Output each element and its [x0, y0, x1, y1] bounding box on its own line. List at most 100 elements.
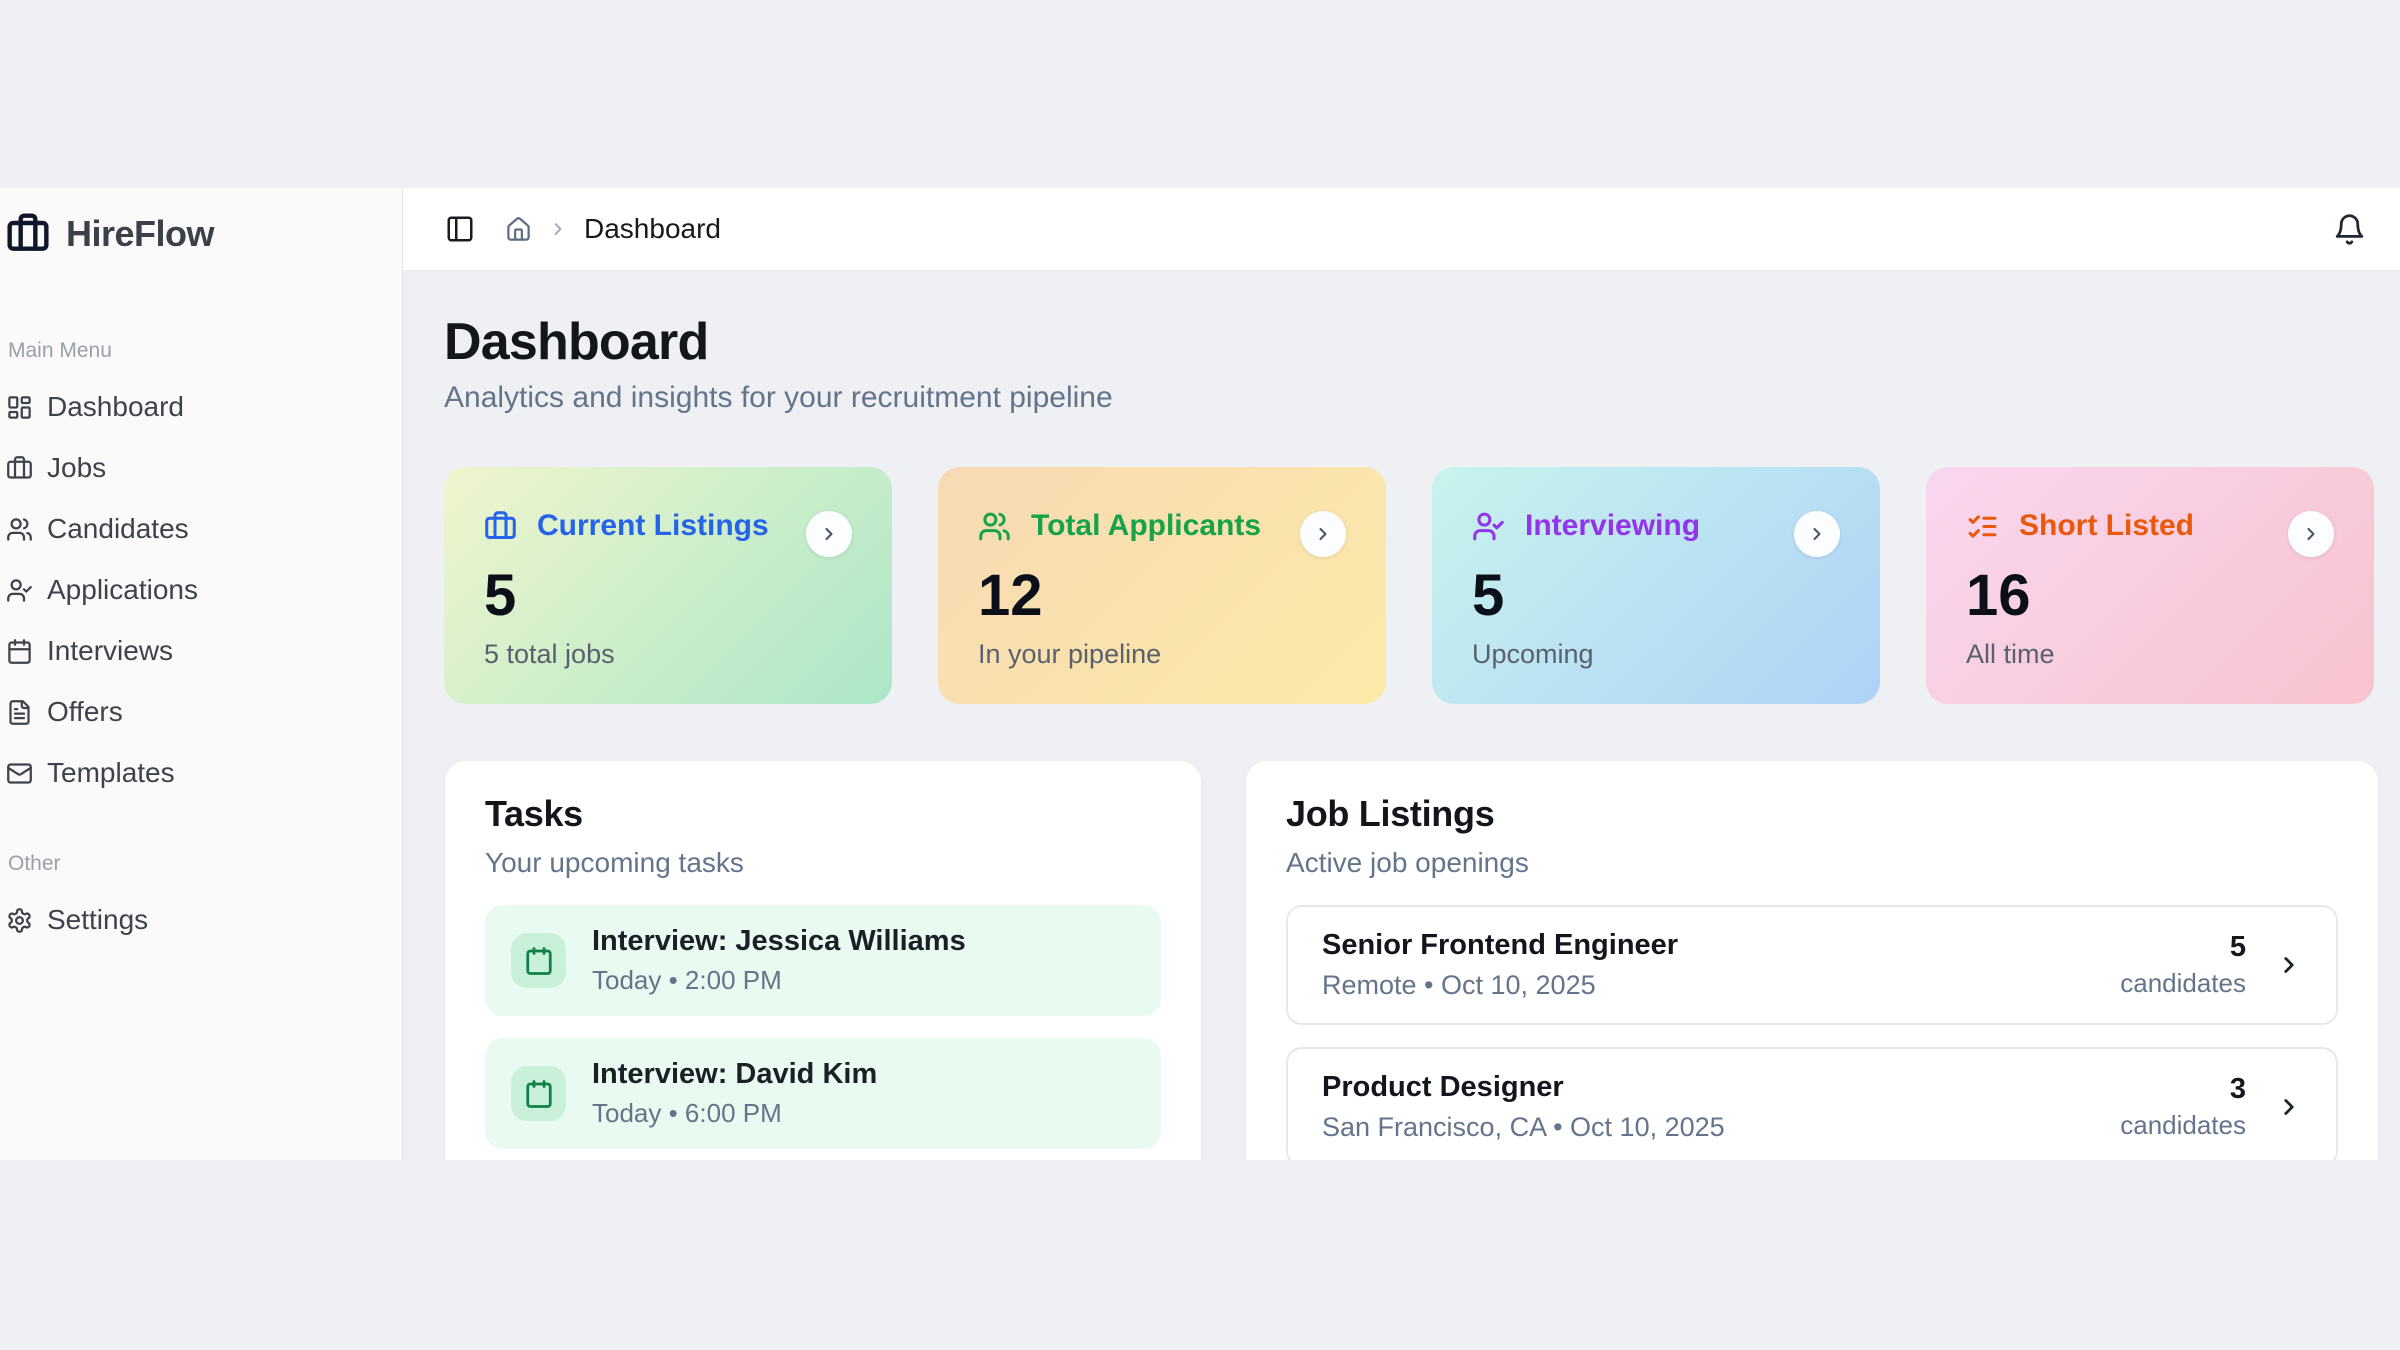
calendar-icon	[6, 638, 33, 665]
sidebar-section-label-main-menu: Main Menu	[8, 338, 386, 363]
stat-card-total-applicants[interactable]: Total Applicants 12 In your pipeline	[938, 467, 1386, 704]
stat-card-value: 16	[1966, 567, 2334, 625]
stat-card-current-listings[interactable]: Current Listings 5 5 total jobs	[444, 467, 892, 704]
task-text: Interview: David Kim Today • 6:00 PM	[592, 1058, 877, 1129]
stat-card-header: Short Listed	[1966, 509, 2334, 543]
stat-card-value: 5	[484, 567, 852, 625]
page-subtitle: Analytics and insights for your recruitm…	[444, 381, 2374, 415]
sidebar-item-jobs[interactable]: Jobs	[6, 446, 386, 490]
sidebar-nav-main: Dashboard Jobs Candidates Applications	[6, 385, 386, 795]
job-title: Senior Frontend Engineer	[1322, 929, 1678, 962]
sidebar-item-settings[interactable]: Settings	[6, 898, 386, 942]
chevron-right-button[interactable]	[2288, 511, 2334, 557]
stats-grid: Current Listings 5 5 total jobs Total Ap…	[444, 467, 2374, 704]
panel-left-icon[interactable]	[445, 214, 475, 244]
page-content: Dashboard Analytics and insights for you…	[403, 271, 2400, 1160]
stat-card-title: Short Listed	[2019, 509, 2194, 543]
sidebar-item-label: Interviews	[47, 635, 173, 667]
stat-card-header: Interviewing	[1472, 509, 1840, 543]
calendar-icon	[511, 1066, 566, 1121]
job-meta: Remote • Oct 10, 2025	[1322, 970, 1678, 1001]
job-row-right: 5 candidates	[2120, 931, 2302, 999]
mail-icon	[6, 760, 33, 787]
job-row[interactable]: Product Designer San Francisco, CA • Oct…	[1286, 1047, 2338, 1160]
task-title: Interview: Jessica Williams	[592, 925, 966, 958]
sidebar-item-label: Dashboard	[47, 391, 184, 423]
job-count-block: 5 candidates	[2120, 931, 2246, 999]
sidebar-item-label: Settings	[47, 904, 148, 936]
job-candidate-label: candidates	[2120, 1110, 2246, 1141]
job-candidate-count: 5	[2120, 931, 2246, 964]
users-icon	[978, 510, 1011, 543]
user-check-icon	[1472, 510, 1505, 543]
page-title: Dashboard	[444, 314, 2374, 371]
bottom-panels: Tasks Your upcoming tasks Interview: Jes…	[444, 760, 2374, 1160]
chevron-right-icon[interactable]	[2276, 1094, 2302, 1120]
task-time: Today • 2:00 PM	[592, 965, 966, 996]
chevron-right-button[interactable]	[1794, 511, 1840, 557]
stat-card-caption: In your pipeline	[978, 639, 1346, 670]
job-meta: San Francisco, CA • Oct 10, 2025	[1322, 1112, 1725, 1143]
job-title: Product Designer	[1322, 1071, 1725, 1104]
stat-card-interviewing[interactable]: Interviewing 5 Upcoming	[1432, 467, 1880, 704]
chevron-right-icon[interactable]	[2276, 952, 2302, 978]
sidebar-item-label: Templates	[47, 757, 175, 789]
briefcase-icon	[484, 510, 517, 543]
sidebar-item-templates[interactable]: Templates	[6, 751, 386, 795]
briefcase-icon	[6, 455, 33, 482]
stat-card-title: Current Listings	[537, 509, 769, 543]
file-text-icon	[6, 699, 33, 726]
job-text: Senior Frontend Engineer Remote • Oct 10…	[1322, 929, 1678, 1001]
app-name: HireFlow	[66, 213, 214, 255]
job-candidate-label: candidates	[2120, 968, 2246, 999]
stat-card-header: Current Listings	[484, 509, 852, 543]
tasks-subtitle: Your upcoming tasks	[485, 847, 1161, 879]
app-window: HireFlow Main Menu Dashboard Jobs Candi	[0, 188, 2400, 1160]
calendar-icon	[511, 933, 566, 988]
task-time: Today • 6:00 PM	[592, 1098, 877, 1129]
sidebar-item-label: Jobs	[47, 452, 106, 484]
job-candidate-count: 3	[2120, 1073, 2246, 1106]
breadcrumb: Dashboard	[505, 213, 721, 245]
dashboard-icon	[6, 394, 33, 421]
bell-icon[interactable]	[2333, 213, 2366, 246]
chevron-right-button[interactable]	[806, 511, 852, 557]
stat-card-short-listed[interactable]: Short Listed 16 All time	[1926, 467, 2374, 704]
stat-card-caption: 5 total jobs	[484, 639, 852, 670]
job-count-block: 3 candidates	[2120, 1073, 2246, 1141]
task-title: Interview: David Kim	[592, 1058, 877, 1091]
job-listings-title: Job Listings	[1286, 793, 2338, 835]
task-row[interactable]: Interview: Jessica Williams Today • 2:00…	[485, 905, 1161, 1016]
sidebar-item-label: Candidates	[47, 513, 189, 545]
stat-card-title: Total Applicants	[1031, 509, 1261, 543]
chevron-right-button[interactable]	[1300, 511, 1346, 557]
stat-card-title: Interviewing	[1525, 509, 1700, 543]
home-icon[interactable]	[505, 216, 532, 243]
stat-card-header: Total Applicants	[978, 509, 1346, 543]
top-bar: Dashboard	[403, 188, 2400, 271]
stat-card-value: 5	[1472, 567, 1840, 625]
briefcase-logo-icon	[6, 212, 50, 256]
sidebar: HireFlow Main Menu Dashboard Jobs Candi	[0, 188, 403, 1160]
sidebar-section-label-other: Other	[8, 851, 386, 876]
job-listings-subtitle: Active job openings	[1286, 847, 2338, 879]
chevron-right-icon	[548, 219, 568, 239]
stat-card-value: 12	[978, 567, 1346, 625]
sidebar-item-interviews[interactable]: Interviews	[6, 629, 386, 673]
job-text: Product Designer San Francisco, CA • Oct…	[1322, 1071, 1725, 1143]
job-row[interactable]: Senior Frontend Engineer Remote • Oct 10…	[1286, 905, 2338, 1025]
breadcrumb-current: Dashboard	[584, 213, 721, 245]
list-checks-icon	[1966, 510, 1999, 543]
sidebar-item-offers[interactable]: Offers	[6, 690, 386, 734]
sidebar-item-dashboard[interactable]: Dashboard	[6, 385, 386, 429]
task-row[interactable]: Interview: David Kim Today • 6:00 PM	[485, 1038, 1161, 1149]
job-listings-panel: Job Listings Active job openings Senior …	[1245, 760, 2379, 1160]
sidebar-item-candidates[interactable]: Candidates	[6, 507, 386, 551]
task-text: Interview: Jessica Williams Today • 2:00…	[592, 925, 966, 996]
app-logo: HireFlow	[6, 210, 386, 258]
sidebar-item-label: Offers	[47, 696, 123, 728]
gear-icon	[6, 907, 33, 934]
stat-card-caption: Upcoming	[1472, 639, 1840, 670]
sidebar-item-applications[interactable]: Applications	[6, 568, 386, 612]
user-check-icon	[6, 577, 33, 604]
